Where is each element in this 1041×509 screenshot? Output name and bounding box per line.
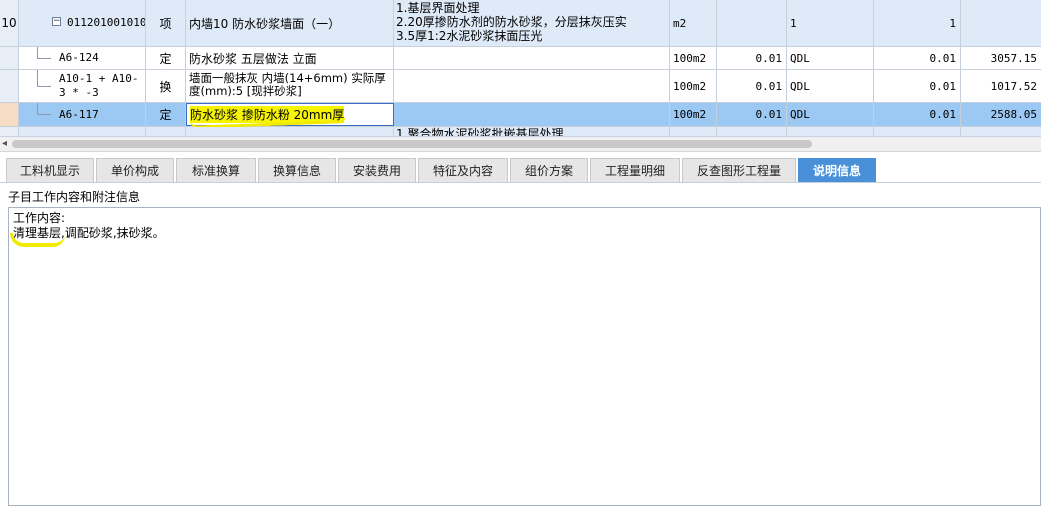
price-cell: 2588.05 [990,108,1037,121]
item-code: A6-117 [59,108,99,121]
tab-description-info[interactable]: 说明信息 [798,158,876,182]
code-cell: A6-124 [19,47,146,69]
description-cell [394,70,670,102]
qty-cell: 0.01 [874,103,961,126]
description-cell [394,47,670,69]
unit-cell: m2 [670,0,717,46]
content-cell [717,0,787,46]
tab-quantity-detail[interactable]: 工程量明细 [590,158,680,182]
type-cell: 定 [146,103,186,126]
qty-cell: 1 [874,0,961,46]
work-content-title: 工作内容: [13,211,66,225]
work-content-text: 清理基层,调配砂浆,抹砂浆。 [13,226,165,240]
highlighter-mark [10,233,65,247]
type-cell: 项 [146,0,186,46]
budget-grid: 10 − 011201001010 项 内墙10 防水砂浆墙面（一） 1.基层界… [0,0,1041,137]
code-cell: A10-1 + A10-3 * -3 [19,70,146,102]
horizontal-scrollbar[interactable]: ◂ [0,137,1041,152]
content-cell [717,127,787,136]
tab-reverse-check[interactable]: 反查图形工程量 [682,158,796,182]
description-cell: 1.基层界面处理 2.20厚掺防水剂的防水砂浆，分层抹灰压实 3.5厚1:2水泥… [394,0,670,46]
name-cell: 内墙10 防水砂浆墙面（一） [186,0,394,46]
description-cell: 1.聚合物水泥砂浆批嵌基层处理 [394,127,670,136]
code-cell: − 011201001010 [19,0,146,46]
content-cell: 0.01 [717,70,787,102]
code-cell [19,127,146,136]
content-cell: 0.01 [717,47,787,69]
price-cell: 1017.52 [990,79,1037,93]
work-content-textarea[interactable]: 工作内容: 清理基层,调配砂浆,抹砂浆。 [8,207,1041,506]
table-row[interactable]: A6-124 定 防水砂浆 五层做法 立面 100m2 0.01 QDL 0.0… [0,47,1041,70]
tab-standard-conversion[interactable]: 标准换算 [176,158,256,182]
tab-pricing-scheme[interactable]: 组价方案 [510,158,588,182]
name-cell [186,127,394,136]
table-row[interactable]: 10 − 011201001010 项 内墙10 防水砂浆墙面（一） 1.基层界… [0,0,1041,47]
code-cell: A6-117 [19,103,146,126]
item-code: A6-124 [59,51,99,64]
detail-tabs: 工料机显示 单价构成 标准换算 换算信息 安装费用 特征及内容 组价方案 工程量… [0,156,1041,183]
content-cell: 0.01 [717,103,787,126]
item-code: 011201001010 [67,16,146,29]
row-number [0,47,19,69]
tab-conversion-info[interactable]: 换算信息 [258,158,336,182]
qty-expr-cell: QDL [787,70,874,102]
name-cell: 防水砂浆 五层做法 立面 [186,47,394,69]
unit-cell: 100m2 [670,70,717,102]
row-number [0,103,19,126]
unit-cell: 100m2 [670,103,717,126]
desc-line: 3.5厚1:2水泥砂浆抹面压光 [396,29,543,43]
section-label: 子目工作内容和附注信息 [8,190,141,204]
item-code: A10-1 + A10-3 * -3 [59,72,139,99]
qty-cell: 0.01 [874,70,961,102]
desc-line: 1.基层界面处理 [396,1,480,15]
price-cell [961,0,1041,46]
qty-expr-cell: QDL [787,47,874,69]
scrollbar-thumb[interactable] [12,140,812,148]
collapse-toggle[interactable]: − [52,17,61,26]
type-cell: 定 [146,47,186,69]
tab-material-machine[interactable]: 工料机显示 [6,158,94,182]
table-row[interactable]: A10-1 + A10-3 * -3 换 墙面一般抹灰 内墙(14+6mm) 实… [0,70,1041,103]
unit-cell: 100m2 [670,47,717,69]
description-cell [394,103,670,126]
type-cell [146,127,186,136]
qty-cell: 0.01 [874,47,961,69]
qty-cell [874,127,961,136]
qty-expr-cell: 1 [787,0,874,46]
table-row-selected[interactable]: A6-117 定 防水砂浆 掺防水粉 20mm厚 100m2 0.01 QDL … [0,103,1041,127]
row-number [0,70,19,102]
type-cell: 换 [146,70,186,102]
row-number [0,127,19,136]
tab-unit-price[interactable]: 单价构成 [96,158,174,182]
table-row[interactable]: 1.聚合物水泥砂浆批嵌基层处理 [0,127,1041,136]
unit-cell [670,127,717,136]
price-cell: 3057.15 [990,51,1037,65]
tab-features-content[interactable]: 特征及内容 [418,158,508,182]
scroll-left-arrow-icon[interactable]: ◂ [2,138,7,149]
row-number: 10 [0,0,19,46]
desc-line: 2.20厚掺防水剂的防水砂浆，分层抹灰压实 [396,15,627,29]
tab-installation-fee[interactable]: 安装费用 [338,158,416,182]
price-cell [961,127,1041,136]
qty-expr-cell: QDL [787,103,874,126]
qty-expr-cell [787,127,874,136]
name-cell: 墙面一般抹灰 内墙(14+6mm) 实际厚度(mm):5 [现拌砂浆] [186,70,394,102]
